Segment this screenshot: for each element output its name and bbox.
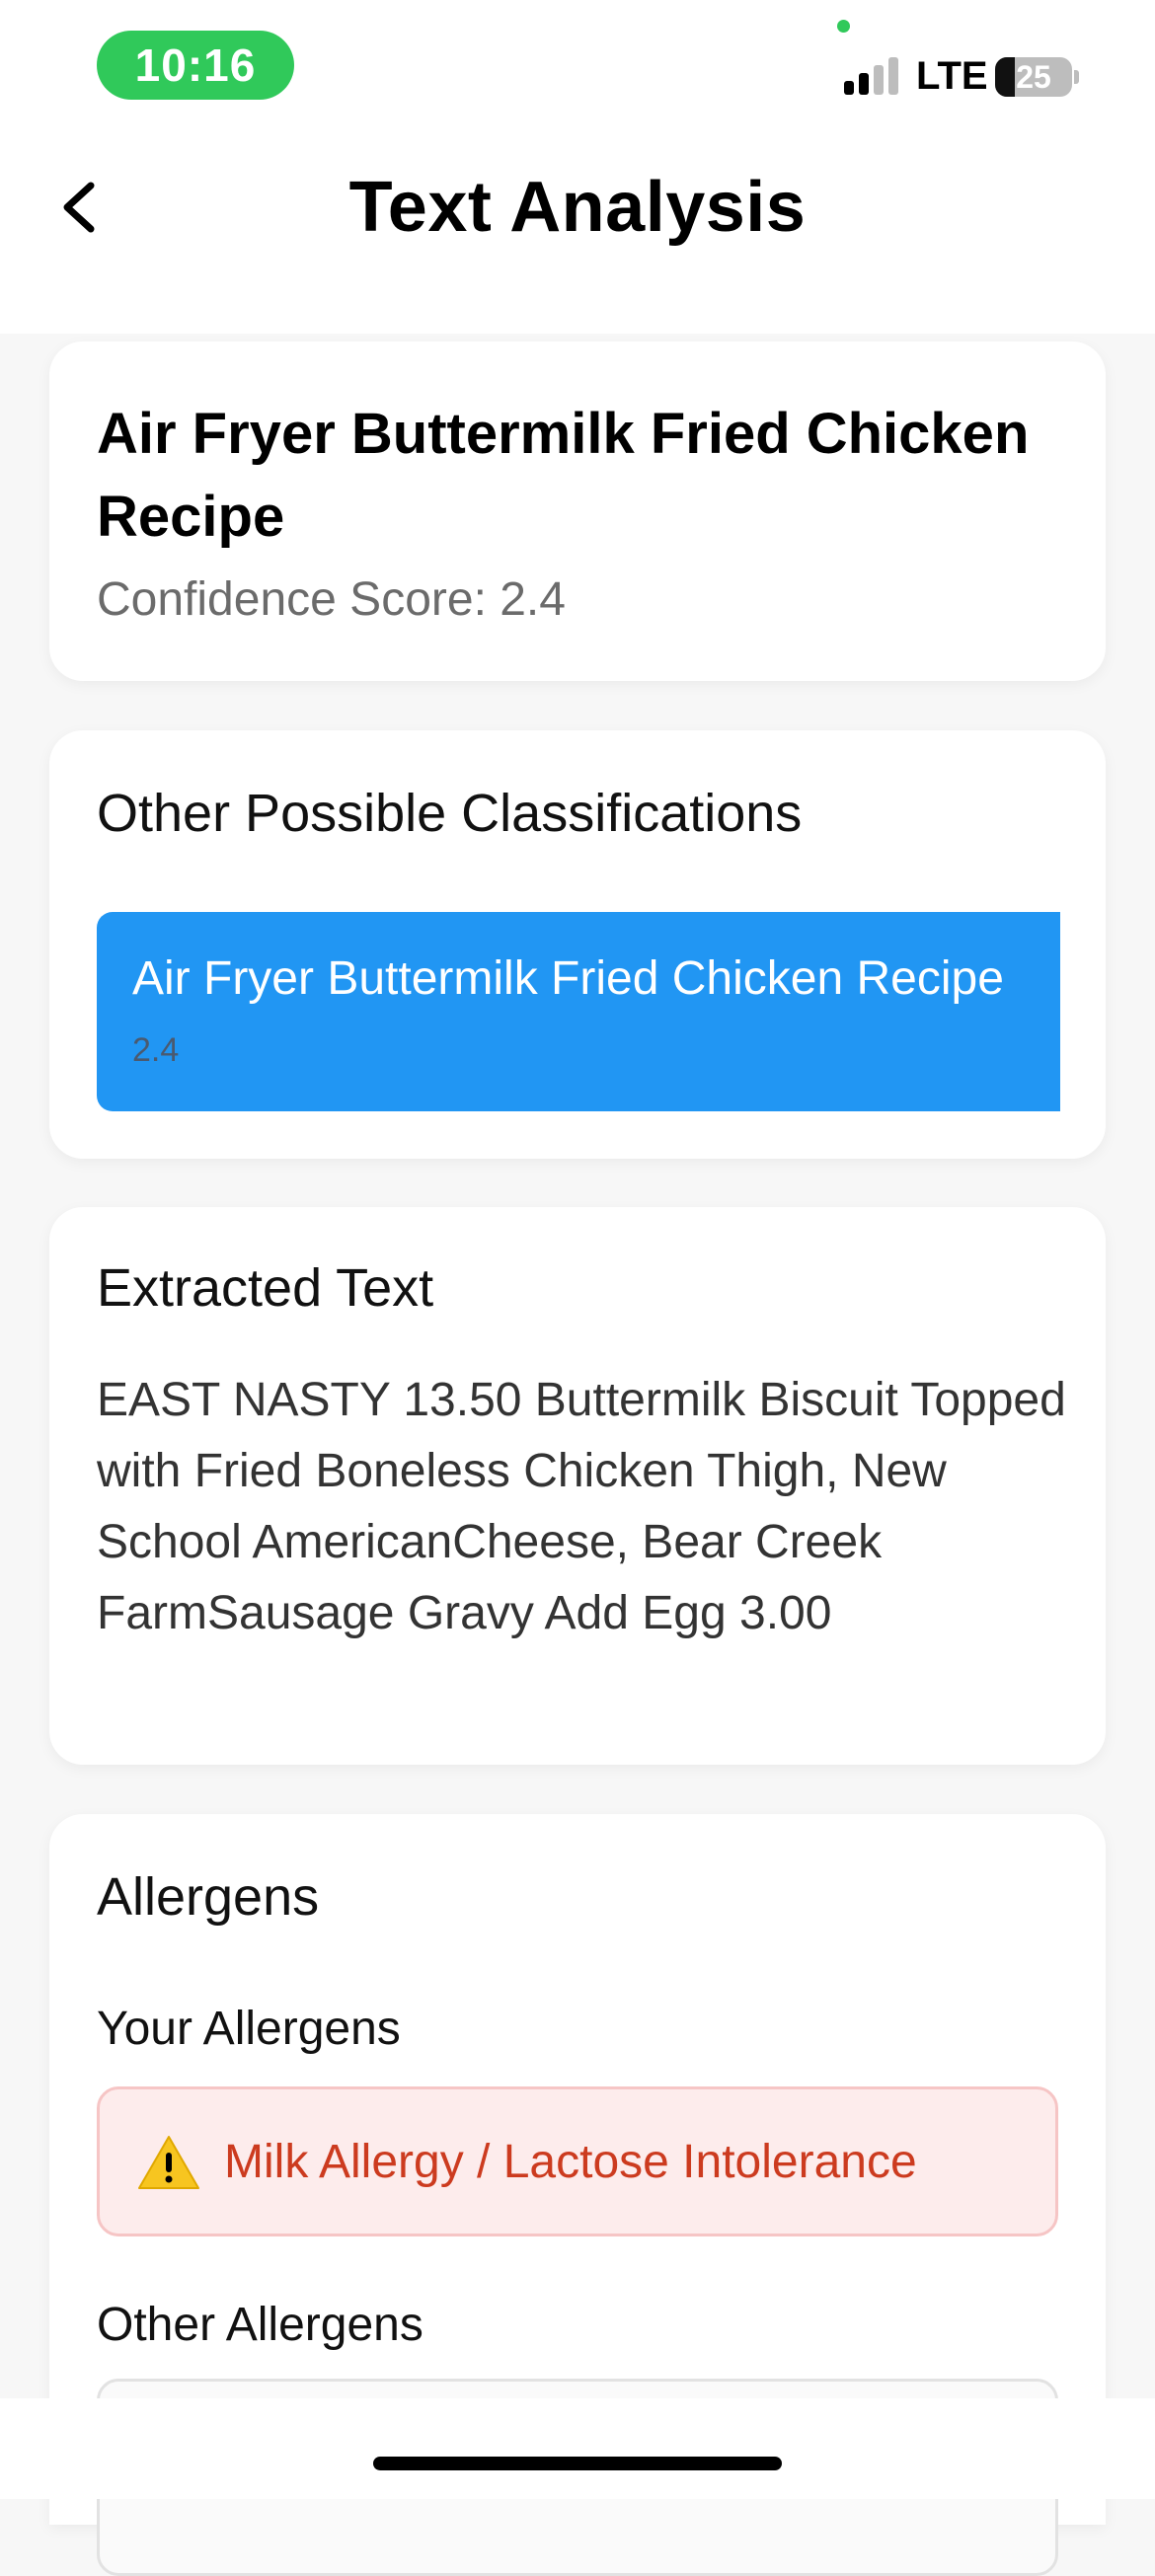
classification-item[interactable]: Air Fryer Buttermilk Fried Chicken Recip… [97,912,1060,1111]
other-allergens-title: Other Allergens [97,2299,424,2351]
extracted-text-card: Extracted Text EAST NASTY 13.50 Buttermi… [49,1207,1106,1765]
battery-level: 25 [1016,59,1051,95]
extracted-text-title: Extracted Text [97,1258,434,1318]
bottom-safe-area [0,2398,1155,2499]
allergen-alert: Milk Allergy / Lactose Intolerance [97,2086,1058,2236]
page-title: Text Analysis [348,168,807,247]
allergen-label: Milk Allergy / Lactose Intolerance [224,2136,917,2188]
network-type: LTE [916,54,988,98]
battery-tip [1074,70,1079,84]
cellular-signal-icon [844,57,903,95]
battery-icon: 25 [995,57,1072,97]
home-indicator[interactable] [373,2457,782,2470]
classifications-card: Other Possible Classifications Air Fryer… [49,730,1106,1159]
confidence-score: Confidence Score: 2.4 [97,573,566,626]
status-bar: 10:16 LTE 25 [0,0,1155,128]
classification-score: 2.4 [132,1031,180,1069]
classification-name: Air Fryer Buttermilk Fried Chicken Recip… [132,952,1004,1005]
extracted-text-body: EAST NASTY 13.50 Buttermilk Biscuit Topp… [97,1374,1066,1639]
your-allergens-title: Your Allergens [97,2003,401,2055]
allergens-title: Allergens [97,1867,320,1927]
warning-icon [138,2136,199,2189]
nav-header: Text Analysis [0,128,1155,334]
privacy-indicator-dot [837,20,850,33]
result-title: Air Fryer Buttermilk Fried Chicken Recip… [97,402,1030,549]
result-card: Air Fryer Buttermilk Fried Chicken Recip… [49,341,1106,681]
classifications-title: Other Possible Classifications [97,784,803,843]
status-time: 10:16 [97,31,294,100]
